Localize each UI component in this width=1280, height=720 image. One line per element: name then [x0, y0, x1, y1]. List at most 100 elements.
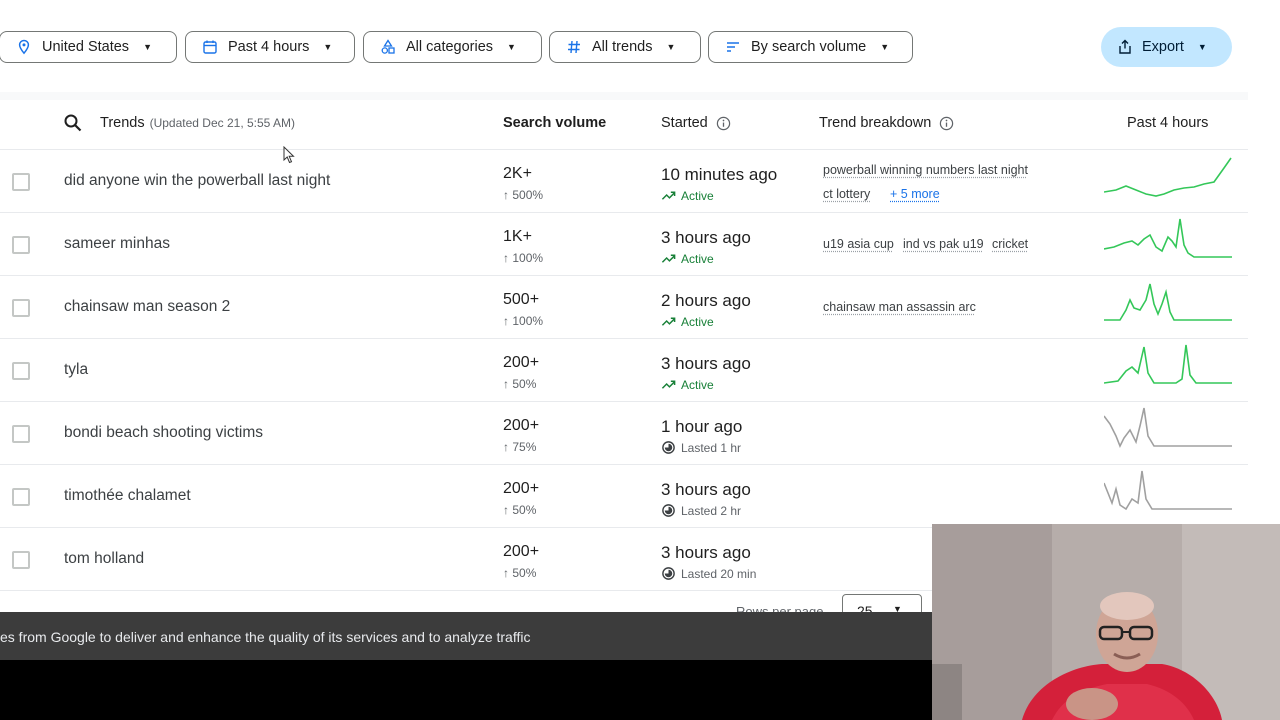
started-header-label: Started — [661, 115, 708, 131]
status-label: Lasted 1 hr — [681, 440, 742, 455]
updated-timestamp: (Updated Dec 21, 5:55 AM) — [149, 116, 296, 130]
table-top-band — [0, 92, 1248, 100]
location-filter-label: United States — [42, 39, 130, 55]
trend-type-filter[interactable]: All trends ▼ — [549, 31, 701, 63]
volume-change: ↑ 100% — [503, 251, 544, 265]
search-volume: 200+ — [503, 543, 540, 560]
started-header[interactable]: Started — [661, 115, 731, 131]
table-row[interactable]: sameer minhas 1K+ ↑ 100% 3 hours ago Act… — [0, 213, 1248, 276]
started-time: 3 hours ago — [661, 543, 751, 562]
row-checkbox[interactable] — [12, 425, 30, 443]
sparkline-chart — [1104, 157, 1232, 197]
breakdown-query[interactable]: powerball winning numbers last night — [823, 163, 1028, 177]
row-checkbox[interactable] — [12, 488, 30, 506]
time-filter[interactable]: Past 4 hours ▼ — [185, 31, 355, 63]
status-label: Active — [681, 314, 714, 329]
search-volume: 2K+ — [503, 165, 532, 182]
sparkline-chart — [1104, 283, 1232, 321]
search-volume: 1K+ — [503, 228, 532, 245]
volume-change: ↑ 50% — [503, 503, 537, 517]
volume-change: ↑ 50% — [503, 566, 537, 580]
trend-term[interactable]: bondi beach shooting victims — [64, 424, 263, 442]
status-badge: Active — [661, 251, 714, 266]
status-label: Active — [681, 188, 714, 203]
table-header: Trends (Updated Dec 21, 5:55 AM) Search … — [0, 100, 1248, 150]
chevron-down-icon: ▼ — [507, 42, 516, 52]
breakdown-header: Trend breakdown — [819, 115, 954, 131]
search-volume: 500+ — [503, 291, 540, 308]
share-export-icon — [1119, 39, 1131, 54]
table-row[interactable]: bondi beach shooting victims 200+ ↑ 75% … — [0, 402, 1248, 465]
volume-change-value: 50% — [512, 566, 537, 580]
export-label: Export — [1142, 39, 1184, 55]
breakdown-query[interactable]: ind vs pak u19 — [903, 237, 984, 251]
trend-term[interactable]: sameer minhas — [64, 235, 170, 253]
location-filter[interactable]: United States ▼ — [0, 31, 177, 63]
trend-term[interactable]: tom holland — [64, 550, 144, 568]
sparkline-chart — [1104, 407, 1232, 448]
trend-term[interactable]: chainsaw man season 2 — [64, 298, 230, 316]
status-label: Lasted 2 hr — [681, 503, 742, 518]
table-row[interactable]: timothée chalamet 200+ ↑ 50% 3 hours ago… — [0, 465, 1248, 528]
search-icon[interactable] — [63, 113, 83, 133]
breakdown-query[interactable]: ct lottery — [823, 187, 870, 201]
status-badge: Active — [661, 188, 714, 203]
started-time: 1 hour ago — [661, 417, 743, 436]
status-badge: Lasted 20 min — [661, 566, 756, 581]
sparkline-chart — [1104, 218, 1232, 258]
time-filter-label: Past 4 hours — [228, 39, 310, 55]
status-label: Active — [681, 377, 714, 392]
trend-term[interactable]: tyla — [64, 361, 88, 379]
started-time: 3 hours ago — [661, 228, 751, 247]
search-volume-header[interactable]: Search volume — [503, 115, 606, 131]
search-volume: 200+ — [503, 480, 540, 497]
trend-term[interactable]: timothée chalamet — [64, 487, 191, 505]
breakdown-query[interactable]: u19 asia cup — [823, 237, 894, 251]
table-row[interactable]: did anyone win the powerball last night … — [0, 150, 1248, 213]
status-badge: Active — [661, 314, 714, 329]
volume-change-value: 100% — [512, 314, 544, 328]
search-volume-header-label: Search volume — [503, 115, 607, 131]
webcam-overlay — [932, 524, 1280, 720]
location-pin-icon — [18, 39, 30, 55]
row-checkbox[interactable] — [12, 299, 30, 317]
table-row[interactable]: tyla 200+ ↑ 50% 3 hours ago Active — [0, 339, 1248, 402]
hashtag-icon — [568, 40, 580, 54]
export-button[interactable]: Export ▼ — [1101, 27, 1232, 67]
status-badge: Lasted 2 hr — [661, 503, 741, 518]
status-label: Active — [681, 251, 714, 266]
chart-period-label: Past 4 hours — [1127, 115, 1209, 131]
trend-term[interactable]: did anyone win the powerball last night — [64, 172, 330, 190]
timelapse-icon — [662, 504, 675, 517]
volume-change-value: 500% — [512, 188, 544, 202]
started-time: 3 hours ago — [661, 480, 751, 499]
sort-filter-label: By search volume — [751, 39, 867, 55]
cookie-banner-text: es from Google to deliver and enhance th… — [0, 629, 531, 645]
search-volume: 200+ — [503, 354, 540, 371]
status-badge: Active — [661, 377, 714, 392]
chart-period-header: Past 4 hours — [1127, 115, 1208, 131]
trend-type-filter-label: All trends — [592, 39, 653, 55]
chevron-down-icon: ▼ — [880, 42, 890, 52]
row-checkbox[interactable] — [12, 551, 30, 569]
category-filter[interactable]: All categories ▼ — [363, 31, 542, 63]
table-row[interactable]: chainsaw man season 2 500+ ↑ 100% 2 hour… — [0, 276, 1248, 339]
started-time: 2 hours ago — [661, 291, 751, 310]
trends-header-label: Trends — [100, 115, 145, 131]
row-checkbox[interactable] — [12, 362, 30, 380]
chevron-down-icon: ▼ — [666, 42, 676, 52]
breakdown-query[interactable]: chainsaw man assassin arc — [823, 300, 976, 314]
started-time: 3 hours ago — [661, 354, 751, 373]
row-checkbox[interactable] — [12, 173, 30, 191]
trending-up-icon — [661, 254, 676, 263]
more-queries-link[interactable]: + 5 more — [890, 187, 940, 201]
info-icon[interactable] — [939, 116, 954, 131]
sort-filter[interactable]: By search volume ▼ — [708, 31, 913, 63]
calendar-icon — [203, 40, 217, 54]
volume-change: ↑ 75% — [503, 440, 537, 454]
info-icon[interactable] — [716, 116, 731, 131]
row-checkbox[interactable] — [12, 236, 30, 254]
webcam-person-image — [932, 524, 1280, 720]
breakdown-query[interactable]: cricket — [992, 237, 1028, 251]
trending-up-icon — [661, 380, 676, 389]
